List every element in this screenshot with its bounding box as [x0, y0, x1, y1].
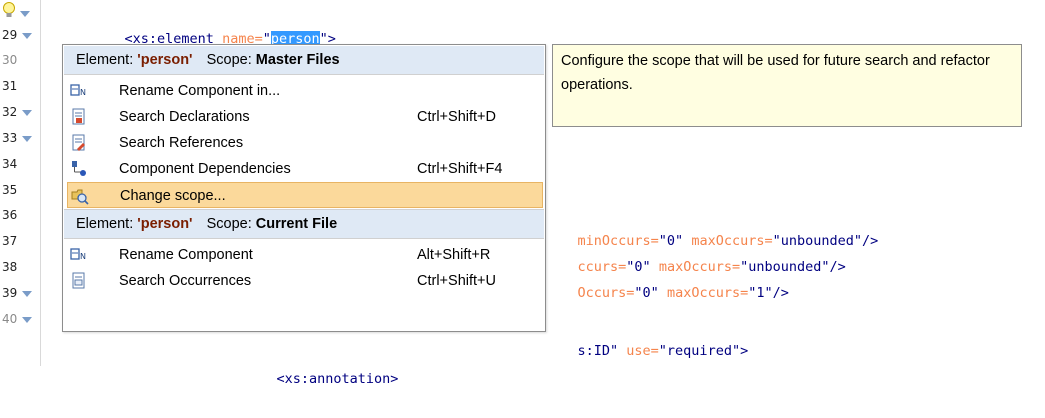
fold-toggle-icon[interactable]: [22, 32, 32, 39]
line-number: 30: [2, 53, 18, 67]
search-references-icon: [72, 134, 85, 151]
change-scope-icon: [71, 189, 89, 205]
line-number: 31: [2, 79, 18, 93]
line-number: 38: [2, 260, 18, 274]
line-number: 34: [2, 157, 18, 171]
search-declarations-icon: [72, 108, 85, 125]
fold-toggle-icon[interactable]: [22, 290, 32, 297]
divider: [64, 74, 544, 75]
fold-toggle-icon[interactable]: [22, 109, 32, 116]
line-number: 40: [2, 306, 38, 332]
tooltip-text: Configure the scope that will be used fo…: [561, 53, 990, 93]
menu-item-search-occurrences[interactable]: Search Occurrences Ctrl+Shift+U: [67, 268, 543, 294]
menu-section-header: Element: 'person' Scope: Master Files: [64, 46, 544, 74]
menu-section-header: Element: 'person' Scope: Current File: [64, 210, 544, 238]
menu-item-rename-component-in[interactable]: N Rename Component in...: [67, 78, 543, 104]
menu-item-search-references[interactable]: Search References: [67, 130, 543, 156]
tooltip: Configure the scope that will be used fo…: [552, 44, 1022, 127]
rename-icon: N: [70, 84, 86, 97]
code-line[interactable]: s:ID" use="required">: [545, 312, 749, 359]
code-line[interactable]: ccurs="0" maxOccurs="unbounded"/>: [545, 228, 846, 275]
fold-toggle-icon[interactable]: [22, 316, 32, 323]
line-number: 35: [2, 183, 18, 197]
line-number: 39: [2, 280, 38, 306]
code-line[interactable]: <xs:element name="person">: [92, 0, 336, 47]
menu-item-change-scope[interactable]: Change scope...: [67, 182, 543, 208]
svg-text:N: N: [80, 88, 86, 97]
divider: [64, 238, 544, 239]
refactor-context-menu: Element: 'person' Scope: Master Files N …: [62, 44, 546, 332]
menu-item-rename-component[interactable]: N Rename Component Alt+Shift+R: [67, 242, 543, 268]
line-number-gutter: 29 30 31 32 33 34 35 36 37 38 39 40: [0, 0, 41, 366]
component-dependencies-icon: [72, 161, 86, 176]
line-number: 37: [2, 234, 18, 248]
line-number: 32: [2, 99, 38, 125]
code-line[interactable]: Occurs="0" maxOccurs="1"/>: [545, 254, 789, 301]
fold-toggle-icon[interactable]: [22, 135, 32, 142]
code-line[interactable]: <xs:annotation>: [244, 340, 399, 387]
search-occurrences-icon: [72, 272, 85, 289]
svg-text:N: N: [80, 252, 86, 261]
rename-icon: N: [70, 248, 86, 261]
menu-item-search-declarations[interactable]: Search Declarations Ctrl+Shift+D: [67, 104, 543, 130]
line-number: 33: [2, 125, 38, 151]
line-number: 29: [2, 22, 38, 48]
code-line[interactable]: minOccurs="0" maxOccurs="unbounded"/>: [545, 202, 879, 249]
menu-item-component-dependencies[interactable]: Component Dependencies Ctrl+Shift+F4: [67, 156, 543, 182]
line-number: 36: [2, 208, 18, 222]
